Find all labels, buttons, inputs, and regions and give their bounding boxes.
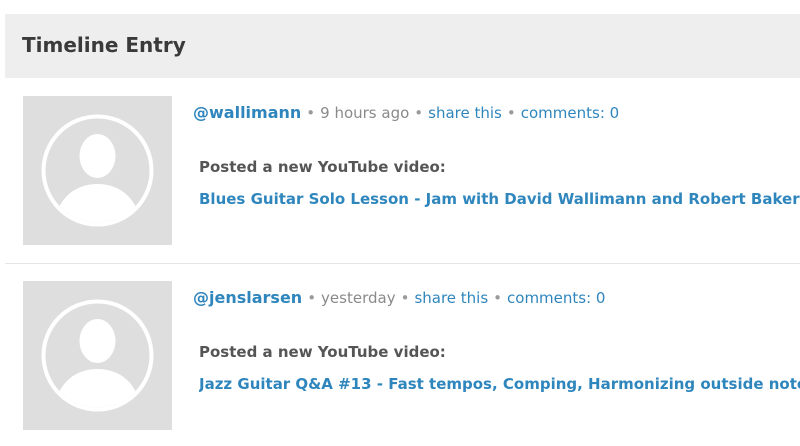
entry-meta: @jenslarsen • yesterday • share this • comment… — [193, 288, 605, 307]
comments-link[interactable]: comments: 0 — [521, 104, 619, 122]
post-label: Posted a new YouTube video: — [199, 343, 446, 361]
user-avatar-icon — [41, 114, 154, 227]
meta-separator: • — [506, 104, 516, 122]
comments-link[interactable]: comments: 0 — [507, 289, 605, 307]
share-link[interactable]: share this — [428, 104, 502, 122]
user-avatar-icon — [41, 299, 154, 412]
timestamp: yesterday — [321, 289, 396, 307]
timeline-entry: @jenslarsen • yesterday • share this • comment… — [5, 281, 800, 446]
video-title-link[interactable]: Blues Guitar Solo Lesson - Jam with Davi… — [199, 190, 800, 208]
timeline-header: Timeline Entry — [5, 14, 800, 78]
video-title-link[interactable]: Jazz Guitar Q&A #13 - Fast tempos, Compi… — [199, 375, 800, 393]
meta-separator: • — [306, 104, 316, 122]
post-label: Posted a new YouTube video: — [199, 158, 446, 176]
meta-separator: • — [493, 289, 503, 307]
meta-separator: • — [307, 289, 317, 307]
page-title: Timeline Entry — [22, 33, 186, 57]
timeline-entry: @wallimann • 9 hours ago • share this • commen… — [5, 96, 800, 262]
entry-meta: @wallimann • 9 hours ago • share this • commen… — [193, 103, 619, 122]
share-link[interactable]: share this — [414, 289, 488, 307]
username-link[interactable]: @jenslarsen — [193, 288, 302, 307]
meta-separator: • — [414, 104, 424, 122]
username-link[interactable]: @wallimann — [193, 103, 301, 122]
avatar[interactable] — [23, 96, 172, 245]
meta-separator: • — [400, 289, 410, 307]
timestamp: 9 hours ago — [320, 104, 410, 122]
entry-divider — [5, 263, 800, 264]
avatar[interactable] — [23, 281, 172, 430]
